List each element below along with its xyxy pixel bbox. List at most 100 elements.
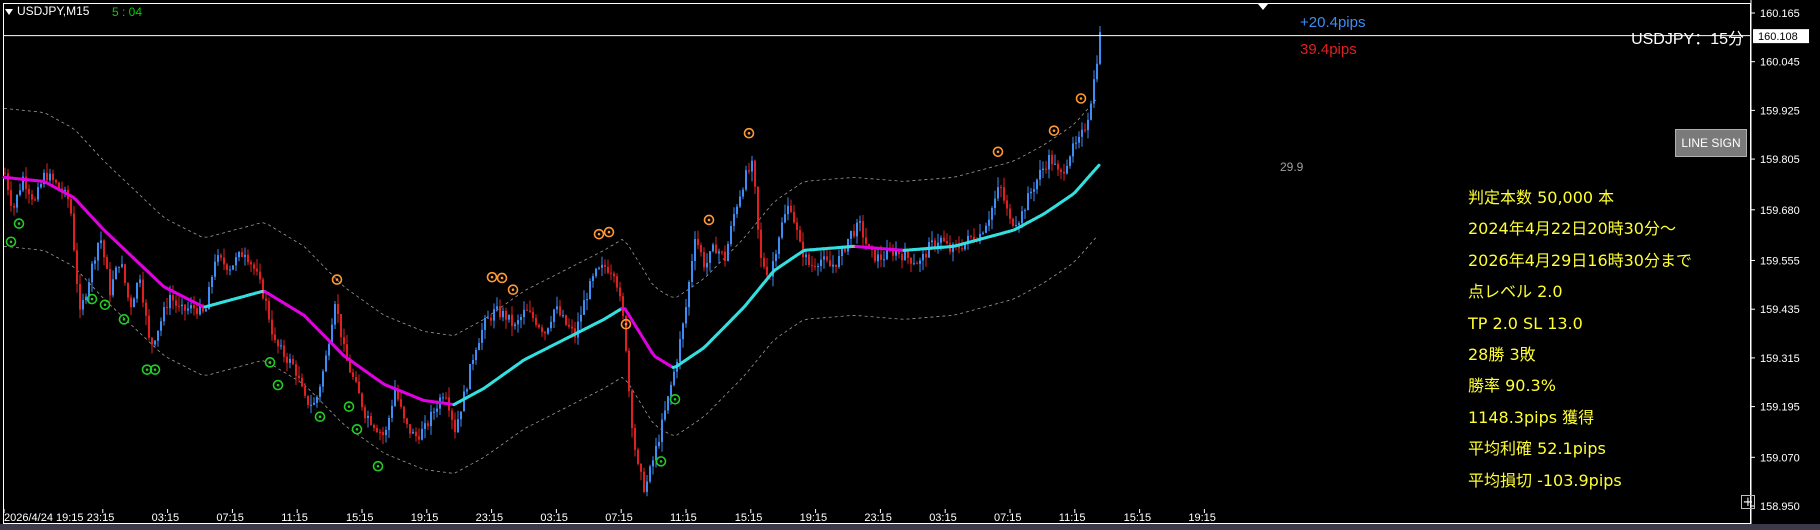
candle-body — [718, 251, 720, 254]
buy-signal-dot — [376, 464, 380, 468]
candle-body — [265, 298, 267, 301]
y-tick-label: 160.165 — [1760, 8, 1800, 20]
candle-body — [913, 263, 915, 265]
candle-body — [376, 428, 378, 432]
candle-body — [700, 245, 702, 253]
buy-signal-dot — [103, 303, 107, 307]
candle-body — [610, 272, 612, 274]
buy-signal-dot — [145, 368, 149, 371]
candle-body — [970, 235, 972, 237]
candle-body — [763, 257, 765, 267]
candle-body — [91, 263, 93, 283]
x-tick-label: 23:15 — [864, 512, 892, 524]
candle-body — [628, 350, 630, 392]
buy-signal-dot — [153, 368, 157, 371]
candle-body — [523, 309, 525, 317]
candle-body — [13, 205, 15, 208]
x-tick-label: 15:15 — [346, 512, 374, 524]
candle-body — [382, 432, 384, 436]
candle-body — [841, 248, 843, 256]
candle-body — [430, 411, 432, 427]
buy-signal-dot — [673, 397, 677, 401]
candle-body — [1075, 142, 1077, 144]
candle-body — [250, 262, 252, 265]
candle-body — [280, 345, 282, 347]
x-tick-label: 23:15 — [87, 512, 115, 524]
buy-signal-dot — [659, 460, 663, 463]
candle-body — [1093, 79, 1095, 104]
candle-body — [754, 160, 756, 187]
candle-body — [604, 264, 606, 267]
current-price-label: 160.108 — [1758, 31, 1798, 43]
candle-body — [1072, 143, 1074, 157]
candle-body — [997, 187, 999, 199]
candle-body — [835, 264, 837, 267]
x-tick-label: 11:15 — [670, 512, 697, 524]
candle-body — [991, 208, 993, 220]
candle-body — [739, 196, 741, 207]
candle-body — [1060, 169, 1062, 172]
candle-body — [538, 324, 540, 328]
candle-body — [451, 410, 453, 420]
candle-body — [766, 266, 768, 275]
candle-body — [514, 324, 516, 327]
candle-body — [883, 259, 885, 261]
candle-body — [547, 328, 549, 334]
candle-body — [304, 386, 306, 396]
candle-body — [982, 232, 984, 234]
symbol-timeframe-text: USDJPY,M15 — [17, 4, 90, 18]
candle-body — [826, 256, 828, 261]
candle-body — [403, 406, 405, 419]
x-tick-label: 15:15 — [1124, 512, 1152, 524]
y-tick-label: 159.435 — [1760, 304, 1800, 316]
sell-signal-dot — [996, 150, 1000, 154]
candle-body — [643, 471, 645, 492]
candle-body — [130, 297, 132, 308]
candle-body — [817, 266, 819, 267]
candle-body — [124, 264, 126, 283]
y-tick-label: 159.195 — [1760, 402, 1800, 414]
candle-body — [1099, 32, 1101, 64]
y-tick-label: 159.680 — [1760, 205, 1800, 217]
candle-body — [388, 418, 390, 431]
candle-body — [1051, 155, 1053, 165]
candle-body — [217, 255, 219, 262]
y-tick-label: 158.950 — [1760, 501, 1800, 513]
candle-body — [994, 198, 996, 208]
candle-body — [115, 267, 117, 280]
candle-body — [832, 264, 834, 267]
candle-body — [121, 264, 123, 267]
candle-body — [586, 299, 588, 301]
candle-body — [838, 256, 840, 267]
candle-body — [1000, 187, 1002, 189]
candle-body — [691, 261, 693, 282]
candle-body — [724, 251, 726, 261]
candle-body — [655, 446, 657, 461]
candle-body — [214, 261, 216, 277]
candle-body — [787, 205, 789, 215]
line-sign-button[interactable]: LINE SIGN — [1675, 129, 1747, 157]
candle-body — [319, 386, 321, 397]
candle-body — [82, 300, 84, 310]
stat-line: 勝率 90.3% — [1468, 376, 1556, 396]
candle-body — [550, 321, 552, 329]
candle-body — [79, 284, 81, 310]
candle-body — [394, 388, 396, 406]
dropdown-arrow-icon[interactable] — [5, 8, 13, 15]
candle-body — [706, 262, 708, 268]
candle-body — [595, 268, 597, 277]
candle-body — [187, 308, 189, 311]
candle-body — [46, 172, 48, 181]
candle-body — [634, 428, 636, 450]
candle-body — [415, 431, 417, 437]
candle-body — [616, 276, 618, 288]
candle-body — [1048, 155, 1050, 170]
candle-body — [1084, 129, 1086, 131]
candle-body — [472, 360, 474, 364]
candle-body — [322, 371, 324, 387]
candle-body — [292, 359, 294, 365]
stat-line: 平均損切 -103.9pips — [1468, 470, 1622, 490]
plus-icon[interactable]: + — [1741, 495, 1755, 509]
y-tick-label: 159.555 — [1760, 256, 1800, 268]
bar-timer: 5 : 04 — [112, 5, 143, 19]
